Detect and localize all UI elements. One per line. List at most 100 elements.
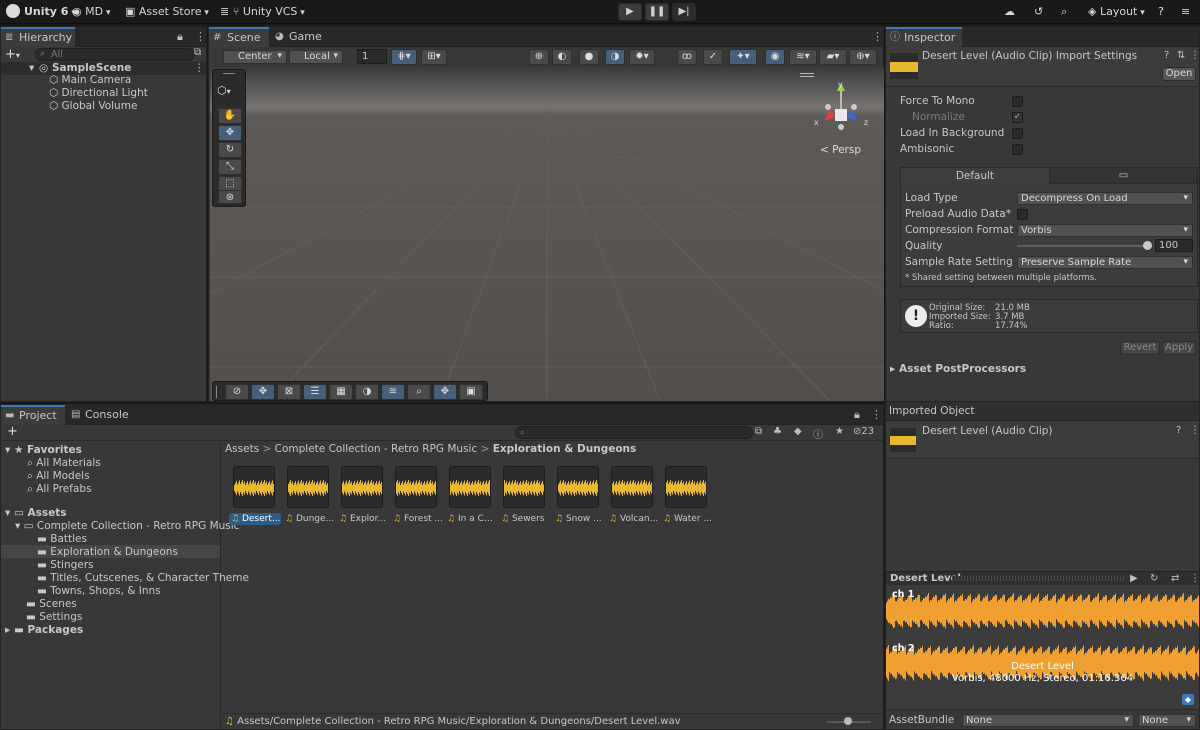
asset-thumbnail[interactable] — [233, 466, 275, 508]
overlay-grip[interactable] — [216, 386, 217, 398]
overlay-tool-6[interactable]: ◑ — [355, 384, 379, 400]
shaded-button[interactable]: ● — [579, 49, 599, 65]
log-types-icon[interactable]: ⓘ — [813, 426, 823, 441]
apply-button[interactable]: Apply — [1162, 341, 1196, 355]
lock-icon[interactable]: 🔒︎ — [854, 408, 860, 422]
revert-button[interactable]: Revert — [1120, 341, 1160, 355]
asset-label[interactable]: ♫ Desert... — [229, 513, 281, 525]
folder-settings[interactable]: ▬ Settings — [26, 611, 82, 624]
gizmos-dropdown[interactable]: ⊕▾ — [849, 49, 877, 65]
camera-dropdown[interactable]: ▰▾ — [819, 49, 847, 65]
overlay-tool-10[interactable]: ▣ — [459, 384, 483, 400]
hierarchy-item-main-camera[interactable]: ⬡ Main Camera — [49, 74, 131, 87]
platform-tab-default[interactable]: Default — [901, 168, 1049, 184]
orientation-gizmo[interactable]: y x z — [808, 79, 878, 139]
pause-button[interactable]: ❚❚ — [645, 3, 669, 21]
create-button[interactable]: + — [7, 424, 18, 439]
hidden-packages-toggle[interactable]: ⊘23 — [853, 426, 874, 437]
filter-type-icon[interactable]: ♣ — [773, 426, 782, 437]
quality-slider[interactable] — [1017, 245, 1151, 247]
move-tool[interactable]: ✥ — [218, 125, 242, 141]
lighting-toggle[interactable]: ✓ — [703, 49, 723, 65]
transform-tool[interactable]: ⊛ — [218, 190, 242, 204]
overlay-tool-3[interactable]: ⊠ — [277, 384, 301, 400]
thumbnail-size-slider-knob[interactable] — [844, 717, 852, 725]
overlay-tool-7[interactable]: ≋ — [381, 384, 405, 400]
pivot-dropdown[interactable]: Center — [223, 50, 287, 64]
quality-slider-knob[interactable] — [1143, 241, 1152, 250]
label-icon[interactable]: ◆ — [794, 426, 802, 437]
help-icon[interactable]: ? — [1176, 425, 1181, 436]
favorite-all-materials[interactable]: ⌕ All Materials — [27, 457, 101, 470]
quality-input[interactable]: 100 — [1155, 239, 1193, 252]
overlay-tool-8[interactable]: ⌕ — [407, 384, 431, 400]
tool-context-dropdown[interactable]: ⬡▾ — [217, 84, 231, 97]
asset-label[interactable]: ♫ Water ... — [661, 513, 713, 525]
folder-titles[interactable]: ▬ Titles, Cutscenes, & Character Theme — [37, 572, 249, 585]
scene-search-icon[interactable]: ⧉ — [194, 47, 201, 58]
tab-inspector[interactable]: ⓘ Inspector — [886, 27, 962, 47]
overlay-tool-5[interactable]: ▦ — [329, 384, 353, 400]
tab-game[interactable]: ◕ Game — [271, 27, 327, 47]
favorites-folder[interactable]: ▾ ★ Favorites — [5, 444, 82, 457]
help-icon[interactable]: ? — [1158, 0, 1164, 24]
history-icon[interactable]: ↺ — [1034, 0, 1043, 24]
assets-folder[interactable]: ▾ ▭ Assets — [5, 507, 67, 520]
expand-arrow-icon[interactable]: ▾ — [29, 62, 34, 75]
assetbundle-dropdown[interactable]: None — [962, 714, 1134, 727]
kebab-menu-icon[interactable]: ⋮ — [195, 30, 206, 43]
asset-label[interactable]: ♫ Forest ... — [391, 513, 443, 525]
search-by-type-icon[interactable]: ⧉ — [755, 426, 762, 437]
force-mono-checkbox[interactable] — [1012, 96, 1023, 107]
project-search-input[interactable]: ⌕ — [515, 426, 753, 439]
cloud-icon[interactable]: ☁ — [1004, 0, 1015, 24]
sample-rate-dropdown[interactable]: Preserve Sample Rate — [1017, 256, 1193, 269]
scene-visibility-button[interactable]: ⊕ — [529, 49, 549, 65]
kebab-menu-icon[interactable]: ⋮ — [872, 30, 883, 43]
loop-icon[interactable]: ⇄ — [1171, 572, 1179, 585]
hierarchy-item-directional-light[interactable]: ⬡ Directional Light — [49, 87, 148, 100]
grid-snap-button[interactable]: ⋕▾ — [391, 49, 417, 65]
overlay-tool-1[interactable]: ⊘ — [225, 384, 249, 400]
2d-toggle-button[interactable]: ꝏ — [677, 49, 697, 65]
help-icon[interactable]: ? — [1164, 50, 1169, 61]
hierarchy-item-global-volume[interactable]: ⬡ Global Volume — [49, 100, 137, 113]
kebab-menu-icon[interactable]: ⋮ — [1190, 50, 1200, 61]
tab-console[interactable]: ▤ Console — [67, 405, 133, 425]
load-type-dropdown[interactable]: Decompress On Load — [1017, 192, 1193, 205]
asset-thumbnail[interactable] — [287, 466, 329, 508]
persp-toggle[interactable]: < Persp — [820, 144, 861, 156]
autoplay-icon[interactable]: ↻ — [1150, 572, 1158, 585]
tab-scene[interactable]: # Scene — [209, 27, 269, 47]
ambisonic-checkbox[interactable] — [1012, 144, 1023, 155]
folder-scenes[interactable]: ▬ Scenes — [26, 598, 77, 611]
asset-store-dropdown[interactable]: ▣ Asset Store ▾ — [125, 0, 209, 24]
asset-thumbnail[interactable] — [449, 466, 491, 508]
packages-folder[interactable]: ▸ ▬ Packages — [5, 624, 83, 637]
asset-thumbnail[interactable] — [665, 466, 707, 508]
tab-hierarchy[interactable]: ≣ Hierarchy — [1, 27, 75, 47]
grid-size-input[interactable]: 1 — [357, 49, 387, 64]
compression-dropdown[interactable]: Vorbis — [1017, 224, 1193, 237]
play-button[interactable]: ▶ — [618, 3, 642, 21]
favorite-all-prefabs[interactable]: ⌕ All Prefabs — [27, 483, 92, 496]
menu-icon[interactable]: ≡ — [1181, 0, 1190, 24]
kebab-menu-icon[interactable]: ⋮ — [1190, 425, 1200, 436]
step-button[interactable]: ▶| — [672, 3, 696, 21]
layers-dropdown[interactable]: ≋▾ — [789, 49, 817, 65]
postprocessors-foldout[interactable]: ▸ Asset PostProcessors — [890, 363, 1026, 375]
space-dropdown[interactable]: Local — [289, 50, 343, 64]
load-background-checkbox[interactable] — [1012, 128, 1023, 139]
collection-folder[interactable]: ▾ ▭ Complete Collection - Retro RPG Musi… — [15, 520, 239, 533]
layout-dropdown[interactable]: ◈ Layout ▾ — [1088, 0, 1145, 24]
effects-dropdown[interactable]: ✦▾ — [729, 49, 757, 65]
folder-towns[interactable]: ▬ Towns, Shops, & Inns — [37, 585, 161, 598]
variant-dropdown[interactable]: None — [1138, 714, 1196, 727]
breadcrumb-collection[interactable]: Complete Collection - Retro RPG Music — [275, 443, 478, 455]
asset-label[interactable]: ♫ Sewers — [499, 513, 551, 525]
favorite-star-icon[interactable]: ★ — [835, 426, 844, 437]
scale-tool[interactable]: ⤡ — [218, 159, 242, 175]
asset-label-icon[interactable]: ◆ — [1182, 694, 1194, 705]
folder-stingers[interactable]: ▬ Stingers — [37, 559, 94, 572]
asset-thumbnail[interactable] — [395, 466, 437, 508]
